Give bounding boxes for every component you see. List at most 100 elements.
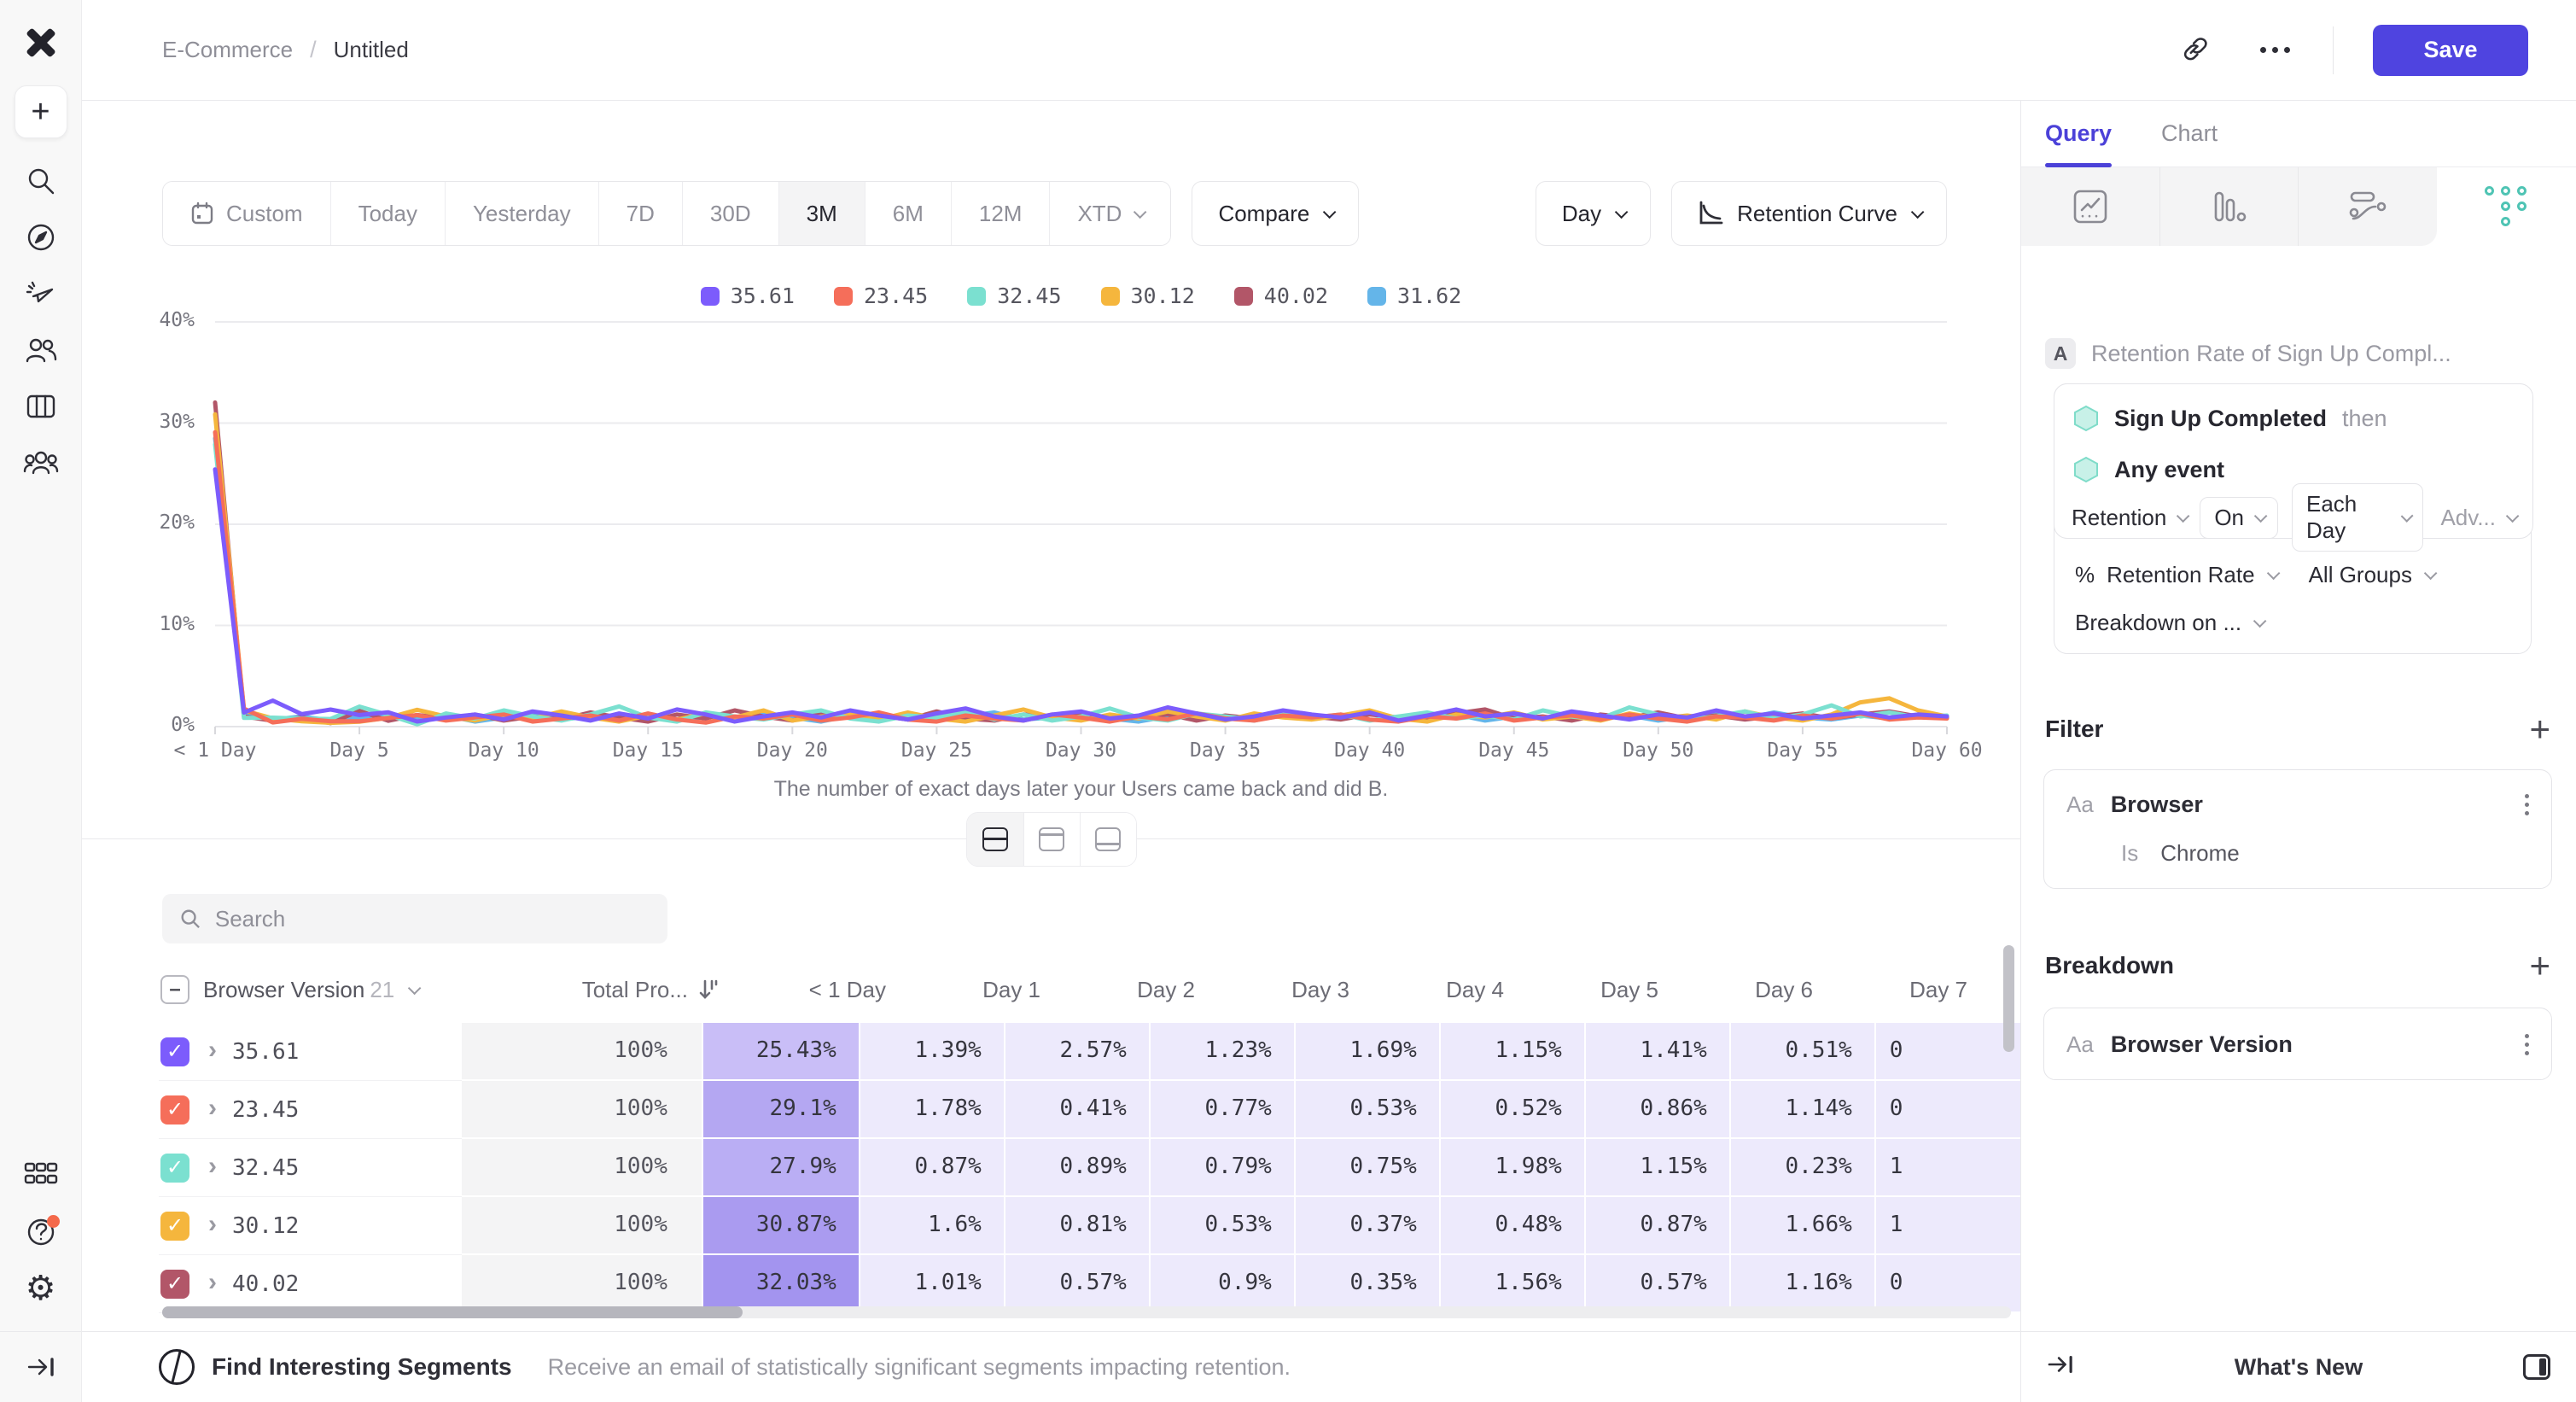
- table-row[interactable]: ✓ › 30.12 100% 30.87% 1.6%0.81%0.53%0.37…: [159, 1197, 2020, 1255]
- total-column-header[interactable]: Total Pro...: [485, 977, 741, 1003]
- mixpanel-logo-icon[interactable]: [20, 22, 61, 63]
- breadcrumb-project[interactable]: E-Commerce: [162, 37, 293, 63]
- search-input[interactable]: [215, 906, 650, 932]
- legend-item[interactable]: 32.45: [967, 283, 1061, 308]
- table-row[interactable]: ✓ › 23.45 100% 29.1% 1.78%0.41%0.77%0.53…: [159, 1081, 2020, 1139]
- filter-property-name[interactable]: Browser: [2111, 792, 2203, 818]
- range-xtd-button[interactable]: XTD: [1049, 182, 1170, 245]
- cohorts-icon[interactable]: [20, 442, 61, 483]
- expand-row-icon[interactable]: ›: [208, 1095, 217, 1121]
- legend-item[interactable]: 30.12: [1101, 283, 1195, 308]
- series-title[interactable]: Retention Rate of Sign Up Compl...: [2091, 341, 2451, 367]
- range-7d-button[interactable]: 7D: [598, 182, 682, 245]
- vertical-scrollbar[interactable]: [2003, 945, 2014, 1052]
- table-row[interactable]: ✓ › 32.45 100% 27.9% 0.87%0.89%0.79%0.75…: [159, 1139, 2020, 1197]
- ai-assistant-icon[interactable]: [20, 273, 61, 314]
- breakdown-options-icon[interactable]: [2525, 1034, 2529, 1055]
- breakdown-on-dropdown[interactable]: Breakdown on ...: [2075, 610, 2263, 636]
- legend-item[interactable]: 31.62: [1367, 283, 1461, 308]
- apps-grid-icon[interactable]: [20, 1155, 61, 1196]
- layout-table-button[interactable]: [1080, 813, 1136, 866]
- series-line-23.45[interactable]: [215, 432, 1947, 722]
- day-column-header[interactable]: Day 5: [1526, 977, 1681, 1003]
- explore-compass-icon[interactable]: [20, 217, 61, 258]
- granularity-button[interactable]: Day: [1536, 181, 1651, 246]
- range-3m-button[interactable]: 3M: [778, 182, 865, 245]
- range-6m-button[interactable]: 6M: [865, 182, 951, 245]
- filter-operator[interactable]: Is: [2121, 840, 2138, 867]
- table-row[interactable]: ✓ › 35.61 100% 25.43% 1.39%2.57%1.23%1.6…: [159, 1023, 2020, 1081]
- users-icon[interactable]: [20, 330, 61, 371]
- day-column-header[interactable]: Day 1: [908, 977, 1063, 1003]
- day-column-header[interactable]: Day 2: [1063, 977, 1217, 1003]
- add-breakdown-button[interactable]: +: [2529, 948, 2550, 984]
- legend-item[interactable]: 23.45: [834, 283, 928, 308]
- expand-row-icon[interactable]: ›: [208, 1270, 217, 1295]
- filter-options-icon[interactable]: [2525, 794, 2529, 815]
- collapse-sidebar-icon[interactable]: [20, 1347, 61, 1387]
- row-checkbox[interactable]: ✓: [160, 1212, 189, 1241]
- advanced-dropdown[interactable]: Adv...: [2440, 505, 2515, 531]
- more-options-icon[interactable]: [2256, 32, 2293, 69]
- series-line-30.12[interactable]: [215, 414, 1947, 722]
- hscroll-thumb[interactable]: [162, 1306, 743, 1318]
- first-event-name[interactable]: Sign Up Completed: [2114, 406, 2327, 432]
- copy-link-icon[interactable]: [2179, 32, 2217, 69]
- range-custom-button[interactable]: Custom: [163, 182, 330, 245]
- row-checkbox[interactable]: ✓: [160, 1037, 189, 1066]
- search-icon[interactable]: [20, 161, 61, 202]
- find-segments-link[interactable]: Find Interesting Segments: [212, 1353, 512, 1381]
- row-checkbox[interactable]: ✓: [160, 1154, 189, 1183]
- expand-row-icon[interactable]: ›: [208, 1212, 217, 1237]
- row-checkbox[interactable]: ✓: [160, 1270, 189, 1299]
- layout-split-button[interactable]: [967, 813, 1023, 866]
- row-checkbox[interactable]: ✓: [160, 1095, 189, 1125]
- range-today-button[interactable]: Today: [330, 182, 445, 245]
- horizontal-scrollbar[interactable]: [162, 1306, 2011, 1318]
- day-column-header[interactable]: < 1 Day: [741, 977, 908, 1003]
- insights-chart-type-button[interactable]: [2021, 167, 2159, 246]
- whats-new-link[interactable]: What's New: [2074, 1354, 2523, 1381]
- day-column-header[interactable]: Day 6: [1681, 977, 1835, 1003]
- on-dropdown[interactable]: On: [2200, 497, 2278, 539]
- select-all-checkbox[interactable]: –: [160, 975, 189, 1004]
- retention-chart-type-button[interactable]: [2437, 167, 2576, 246]
- range-yesterday-button[interactable]: Yesterday: [445, 182, 598, 245]
- expand-panel-icon[interactable]: [2047, 1352, 2074, 1382]
- chart-view-button[interactable]: Retention Curve: [1671, 181, 1947, 246]
- each-day-dropdown[interactable]: Each Day: [2292, 483, 2423, 552]
- day-column-header[interactable]: Day 4: [1372, 977, 1526, 1003]
- series-line-40.02[interactable]: [215, 402, 1947, 723]
- series-line-35.61[interactable]: [215, 470, 1947, 721]
- return-event-name[interactable]: Any event: [2114, 457, 2224, 483]
- groups-dropdown[interactable]: All Groups: [2309, 562, 2412, 588]
- range-30d-button[interactable]: 30D: [682, 182, 778, 245]
- table-row[interactable]: ✓ › 40.02 100% 32.03% 1.01%0.57%0.9%0.35…: [159, 1255, 2020, 1313]
- breadcrumb-report-name[interactable]: Untitled: [334, 37, 409, 63]
- series-line-32.45[interactable]: [215, 444, 1947, 724]
- range-12m-button[interactable]: 12M: [951, 182, 1050, 245]
- save-button[interactable]: Save: [2373, 25, 2528, 76]
- expand-row-icon[interactable]: ›: [208, 1154, 217, 1179]
- settings-gear-icon[interactable]: ⚙: [20, 1268, 61, 1309]
- flows-chart-type-button[interactable]: [2298, 167, 2436, 246]
- add-filter-button[interactable]: +: [2529, 711, 2550, 747]
- funnels-chart-type-button[interactable]: [2159, 167, 2298, 246]
- boards-icon[interactable]: [20, 386, 61, 427]
- layout-chart-button[interactable]: [1023, 813, 1080, 866]
- create-new-button[interactable]: +: [15, 85, 67, 138]
- compare-button[interactable]: Compare: [1192, 181, 1359, 246]
- tab-chart[interactable]: Chart: [2161, 101, 2218, 166]
- legend-item[interactable]: 40.02: [1234, 283, 1328, 308]
- metric-dropdown[interactable]: Retention Rate: [2107, 562, 2254, 588]
- group-column-header[interactable]: Browser Version: [203, 977, 364, 1002]
- filter-value[interactable]: Chrome: [2160, 840, 2239, 867]
- day-column-header[interactable]: Day 3: [1217, 977, 1372, 1003]
- legend-item[interactable]: 35.61: [701, 283, 795, 308]
- series-line-31.62[interactable]: [215, 438, 1947, 721]
- day-column-header[interactable]: Day 7: [1835, 977, 1990, 1003]
- retention-type-dropdown[interactable]: Retention: [2072, 505, 2186, 531]
- help-icon[interactable]: [20, 1212, 61, 1253]
- toggle-panel-icon[interactable]: [2523, 1354, 2550, 1380]
- expand-row-icon[interactable]: ›: [208, 1037, 217, 1063]
